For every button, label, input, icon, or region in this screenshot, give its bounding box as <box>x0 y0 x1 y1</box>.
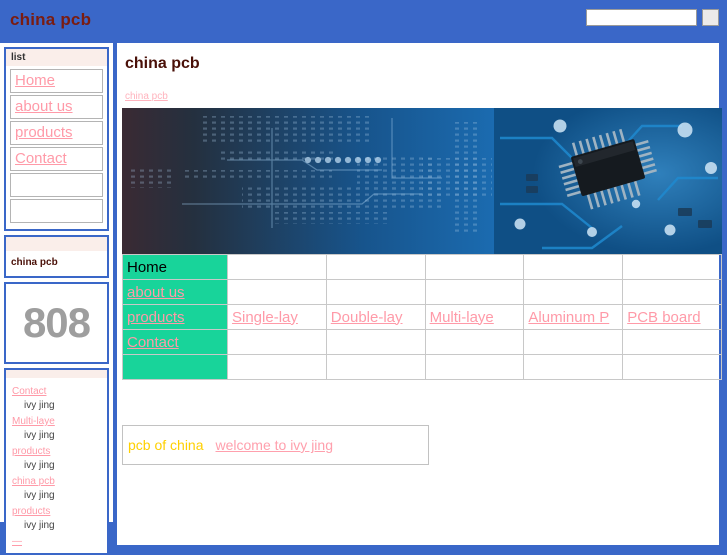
nav-cell-contact[interactable]: Contact <box>122 329 228 355</box>
sidebar-brand-heading <box>6 237 107 251</box>
product-link-2[interactable]: Multi-laye <box>430 309 494 326</box>
breadcrumb: china pcb <box>117 73 719 106</box>
site-title: china pcb <box>10 10 92 29</box>
sidebar-item-home-link[interactable]: Home <box>15 72 55 89</box>
nav-link-about-us[interactable]: about us <box>127 284 185 301</box>
table-cell-empty <box>227 329 327 355</box>
sidebar-links-heading <box>6 370 107 378</box>
sidebar-link-2[interactable]: products <box>12 446 50 457</box>
product-cell-double-layer[interactable]: Double-lay <box>325 304 426 330</box>
sidebar-links-panel: Contact ivy jing Multi-laye ivy jing pro… <box>4 368 109 555</box>
sidebar-tail-link[interactable]: — <box>12 536 22 547</box>
pcb-banner-image <box>122 108 722 254</box>
sidebar-link-3[interactable]: china pcb <box>12 476 55 487</box>
table-cell-empty <box>622 279 722 305</box>
table-cell-empty <box>523 254 624 280</box>
table-cell-empty <box>227 354 327 380</box>
sidebar: list Home about us products Contact chin… <box>0 43 117 555</box>
list-item[interactable]: products <box>12 442 107 457</box>
search-input[interactable] <box>586 9 697 26</box>
table-cell-empty <box>622 354 722 380</box>
sidebar-link-author-4: ivy jing <box>24 520 55 531</box>
table-row: Home <box>122 254 722 280</box>
note-lead-text: pcb of china <box>128 437 204 453</box>
nav-products-table: Home about us products Single-lay Double… <box>122 254 722 380</box>
sidebar-list-body: Home about us products Contact <box>6 66 107 229</box>
nav-cell-products[interactable]: products <box>122 304 228 330</box>
table-cell-empty <box>424 354 525 380</box>
product-cell-single-layer[interactable]: Single-lay <box>227 304 327 330</box>
sidebar-item-products[interactable]: products <box>10 121 103 145</box>
sidebar-link-author-1: ivy jing <box>24 430 55 441</box>
sidebar-list-heading: list <box>6 49 107 66</box>
table-cell-empty <box>523 354 624 380</box>
table-row: Contact <box>122 329 722 355</box>
sidebar-brand-panel: china pcb <box>4 235 109 278</box>
table-cell-empty <box>424 279 525 305</box>
product-link-4[interactable]: PCB board <box>627 309 700 326</box>
product-cell-aluminum-pcb[interactable]: Aluminum P <box>523 304 624 330</box>
nav-cell-home[interactable]: Home <box>122 254 228 280</box>
table-cell-empty <box>325 354 426 380</box>
nav-label-home: Home <box>127 258 168 276</box>
sidebar-item-empty-2[interactable] <box>10 199 103 223</box>
product-cell-multi-layer[interactable]: Multi-laye <box>424 304 525 330</box>
table-cell-empty <box>622 329 722 355</box>
list-item[interactable]: Multi-laye <box>12 412 107 427</box>
table-row: about us <box>122 279 722 305</box>
table-cell-empty <box>622 254 722 280</box>
search-form <box>586 9 719 26</box>
product-cell-pcb-board[interactable]: PCB board <box>622 304 722 330</box>
list-item[interactable]: china pcb <box>12 472 107 487</box>
welcome-note-box: pcb of china welcome to ivy jing <box>122 425 429 465</box>
table-row <box>122 354 722 380</box>
note-welcome-link[interactable]: welcome to ivy jing <box>216 437 334 453</box>
main-content: china pcb china pcb Home about us produc… <box>117 43 723 545</box>
sidebar-item-products-link[interactable]: products <box>15 124 73 141</box>
product-link-1[interactable]: Double-lay <box>331 309 403 326</box>
top-header-bar: china pcb <box>0 0 727 43</box>
search-submit-button[interactable] <box>702 9 719 26</box>
sidebar-link-1[interactable]: Multi-laye <box>12 416 55 427</box>
sidebar-link-0[interactable]: Contact <box>12 386 46 397</box>
sidebar-item-empty-1[interactable] <box>10 173 103 197</box>
sidebar-counter-panel: 808 <box>4 282 109 364</box>
list-item[interactable]: products <box>12 502 107 517</box>
table-cell-empty <box>523 329 624 355</box>
table-cell-empty <box>227 254 327 280</box>
breadcrumb-link[interactable]: china pcb <box>125 91 168 102</box>
visitor-counter-value: 808 <box>22 299 91 346</box>
sidebar-item-home[interactable]: Home <box>10 69 103 93</box>
sidebar-list-panel: list Home about us products Contact <box>4 47 109 231</box>
nav-link-products[interactable]: products <box>127 309 185 326</box>
product-link-3[interactable]: Aluminum P <box>528 309 609 326</box>
sidebar-link-author-2: ivy jing <box>24 460 55 471</box>
table-cell-empty <box>523 279 624 305</box>
page-title: china pcb <box>125 55 200 72</box>
sidebar-links-body: Contact ivy jing Multi-laye ivy jing pro… <box>6 378 107 553</box>
table-row: products Single-lay Double-lay Multi-lay… <box>122 304 722 330</box>
table-cell-empty <box>325 279 426 305</box>
sidebar-item-contact-link[interactable]: Contact <box>15 150 67 167</box>
table-cell-empty <box>424 329 525 355</box>
sidebar-item-contact[interactable]: Contact <box>10 147 103 171</box>
sidebar-link-author-0: ivy jing <box>24 400 55 411</box>
sidebar-brand-text: china pcb <box>11 257 58 268</box>
nav-link-contact[interactable]: Contact <box>127 334 179 351</box>
sidebar-link-author-3: ivy jing <box>24 490 55 501</box>
sidebar-link-4[interactable]: products <box>12 506 50 517</box>
nav-cell-empty <box>122 354 228 380</box>
table-cell-empty <box>424 254 525 280</box>
table-cell-empty <box>325 329 426 355</box>
table-cell-empty <box>325 254 426 280</box>
list-item[interactable]: Contact <box>12 382 107 397</box>
nav-cell-about-us[interactable]: about us <box>122 279 228 305</box>
product-link-0[interactable]: Single-lay <box>232 309 298 326</box>
table-cell-empty <box>227 279 327 305</box>
sidebar-item-about-us-link[interactable]: about us <box>15 98 73 115</box>
sidebar-item-about-us[interactable]: about us <box>10 95 103 119</box>
